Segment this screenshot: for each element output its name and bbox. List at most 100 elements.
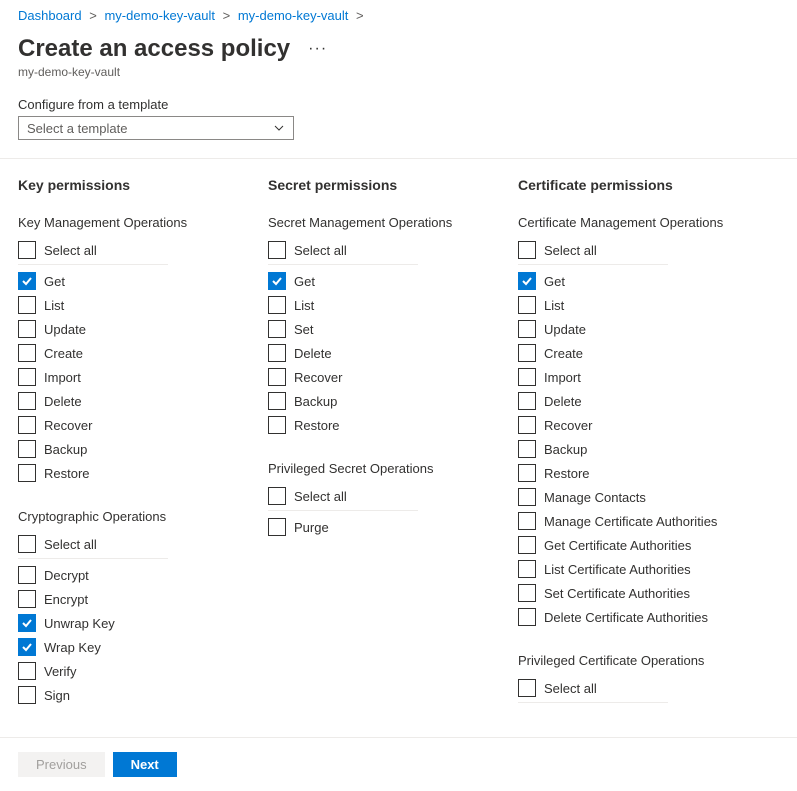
select-all-checkbox[interactable]	[268, 241, 286, 259]
permission-checkbox[interactable]	[268, 392, 286, 410]
previous-button[interactable]: Previous	[18, 752, 105, 777]
permission-checkbox[interactable]	[18, 296, 36, 314]
permission-label[interactable]: Backup	[294, 394, 337, 409]
permission-checkbox[interactable]	[268, 272, 286, 290]
permission-label[interactable]: Get	[294, 274, 315, 289]
permission-label[interactable]: List	[294, 298, 314, 313]
permission-checkbox[interactable]	[518, 320, 536, 338]
permission-checkbox[interactable]	[18, 662, 36, 680]
select-all-checkbox[interactable]	[518, 241, 536, 259]
permission-checkbox[interactable]	[18, 440, 36, 458]
permission-label[interactable]: Restore	[544, 466, 590, 481]
select-all-label[interactable]: Select all	[44, 243, 97, 258]
permission-label[interactable]: Get	[544, 274, 565, 289]
permission-label[interactable]: Import	[544, 370, 581, 385]
permission-checkbox[interactable]	[268, 320, 286, 338]
select-all-label[interactable]: Select all	[544, 243, 597, 258]
permission-checkbox[interactable]	[518, 416, 536, 434]
permission-label[interactable]: Delete Certificate Authorities	[544, 610, 708, 625]
permission-checkbox[interactable]	[18, 272, 36, 290]
permission-checkbox[interactable]	[18, 416, 36, 434]
more-actions-button[interactable]: ···	[308, 40, 327, 58]
select-all-label[interactable]: Select all	[294, 489, 347, 504]
permission-checkbox[interactable]	[518, 296, 536, 314]
permission-row: Create	[18, 341, 258, 365]
permission-label[interactable]: Set Certificate Authorities	[544, 586, 690, 601]
permission-checkbox[interactable]	[18, 686, 36, 704]
permission-label[interactable]: Purge	[294, 520, 329, 535]
template-dropdown[interactable]: Select a template	[18, 116, 294, 140]
breadcrumb-link-vault2[interactable]: my-demo-key-vault	[238, 8, 349, 23]
permission-checkbox[interactable]	[518, 608, 536, 626]
permission-label[interactable]: Unwrap Key	[44, 616, 115, 631]
permission-checkbox[interactable]	[18, 368, 36, 386]
permission-checkbox[interactable]	[18, 566, 36, 584]
permission-label[interactable]: Recover	[544, 418, 592, 433]
permission-label[interactable]: Get	[44, 274, 65, 289]
permission-checkbox[interactable]	[18, 344, 36, 362]
permission-label[interactable]: Encrypt	[44, 592, 88, 607]
permission-label[interactable]: Restore	[44, 466, 90, 481]
group-title: Certificate Management Operations	[518, 215, 758, 230]
permission-checkbox[interactable]	[518, 584, 536, 602]
permission-label[interactable]: Delete	[544, 394, 582, 409]
permission-checkbox[interactable]	[268, 344, 286, 362]
permission-label[interactable]: Wrap Key	[44, 640, 101, 655]
permission-checkbox[interactable]	[518, 560, 536, 578]
next-button[interactable]: Next	[113, 752, 177, 777]
permission-checkbox[interactable]	[518, 272, 536, 290]
permission-label[interactable]: Recover	[44, 418, 92, 433]
permission-checkbox[interactable]	[518, 464, 536, 482]
select-all-checkbox[interactable]	[18, 241, 36, 259]
permission-checkbox[interactable]	[18, 320, 36, 338]
permission-label[interactable]: List	[44, 298, 64, 313]
permission-row: Restore	[268, 413, 508, 437]
permission-label[interactable]: Get Certificate Authorities	[544, 538, 691, 553]
permission-label[interactable]: Manage Contacts	[544, 490, 646, 505]
select-all-label[interactable]: Select all	[44, 537, 97, 552]
permission-checkbox[interactable]	[518, 536, 536, 554]
select-all-label[interactable]: Select all	[544, 681, 597, 696]
permission-label[interactable]: Update	[44, 322, 86, 337]
breadcrumb-link-dashboard[interactable]: Dashboard	[18, 8, 82, 23]
permission-label[interactable]: Backup	[44, 442, 87, 457]
permission-label[interactable]: Verify	[44, 664, 77, 679]
permission-label[interactable]: Create	[544, 346, 583, 361]
permission-row: Get	[518, 269, 758, 293]
permission-label[interactable]: Backup	[544, 442, 587, 457]
permission-checkbox[interactable]	[268, 296, 286, 314]
permission-checkbox[interactable]	[18, 638, 36, 656]
permission-checkbox[interactable]	[18, 614, 36, 632]
permission-label[interactable]: List	[544, 298, 564, 313]
select-all-checkbox[interactable]	[268, 487, 286, 505]
permission-row: List Certificate Authorities	[518, 557, 758, 581]
select-all-checkbox[interactable]	[18, 535, 36, 553]
select-all-label[interactable]: Select all	[294, 243, 347, 258]
permission-label[interactable]: Set	[294, 322, 314, 337]
permission-label[interactable]: List Certificate Authorities	[544, 562, 691, 577]
permission-checkbox[interactable]	[18, 464, 36, 482]
permission-checkbox[interactable]	[18, 590, 36, 608]
permission-checkbox[interactable]	[518, 512, 536, 530]
permission-label[interactable]: Delete	[294, 346, 332, 361]
permission-checkbox[interactable]	[518, 488, 536, 506]
permission-checkbox[interactable]	[518, 440, 536, 458]
permission-label[interactable]: Delete	[44, 394, 82, 409]
permission-label[interactable]: Create	[44, 346, 83, 361]
permission-checkbox[interactable]	[518, 344, 536, 362]
permission-checkbox[interactable]	[518, 368, 536, 386]
select-all-checkbox[interactable]	[518, 679, 536, 697]
permission-checkbox[interactable]	[268, 416, 286, 434]
permission-label[interactable]: Update	[544, 322, 586, 337]
permission-label[interactable]: Decrypt	[44, 568, 89, 583]
permission-label[interactable]: Import	[44, 370, 81, 385]
permission-checkbox[interactable]	[18, 392, 36, 410]
breadcrumb-link-vault1[interactable]: my-demo-key-vault	[104, 8, 215, 23]
permission-label[interactable]: Manage Certificate Authorities	[544, 514, 717, 529]
permission-label[interactable]: Restore	[294, 418, 340, 433]
permission-label[interactable]: Recover	[294, 370, 342, 385]
permission-checkbox[interactable]	[518, 392, 536, 410]
permission-checkbox[interactable]	[268, 518, 286, 536]
permission-label[interactable]: Sign	[44, 688, 70, 703]
permission-checkbox[interactable]	[268, 368, 286, 386]
